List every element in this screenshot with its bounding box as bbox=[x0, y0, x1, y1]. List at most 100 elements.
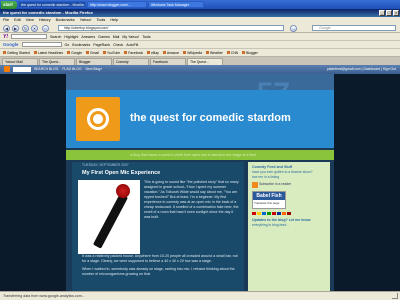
tab[interactable]: Comedy bbox=[113, 58, 149, 65]
tab[interactable]: Blogger bbox=[76, 58, 112, 65]
google-search-input[interactable] bbox=[21, 42, 62, 47]
tab-strip: Yahoo! Mail The Quest... Blogger Comedy … bbox=[0, 57, 400, 65]
tab[interactable]: Facebook bbox=[150, 58, 186, 65]
microphone-icon bbox=[116, 184, 130, 198]
sidebar-link[interactable]: have you ever gotten to a feature show? bbox=[252, 170, 326, 174]
bookmark-item[interactable]: eBay bbox=[147, 51, 159, 55]
tab[interactable]: The Quest... bbox=[39, 58, 75, 65]
bookmark-item[interactable]: Latest Headlines bbox=[33, 51, 63, 55]
yahoo-mail-button[interactable]: Mail bbox=[113, 35, 120, 39]
bookmark-item[interactable]: Getting Started bbox=[3, 51, 30, 55]
yahoo-logo[interactable]: Y! bbox=[3, 34, 8, 40]
post-paragraph: When I walked in, somebody was already o… bbox=[82, 267, 235, 276]
tab[interactable]: Yahoo! Mail bbox=[2, 58, 38, 65]
yahoo-games-button[interactable]: Games bbox=[98, 35, 110, 39]
search-blog-button[interactable]: SEARCH BLOG bbox=[34, 67, 59, 71]
blogger-logo-icon[interactable] bbox=[4, 66, 10, 73]
google-check-button[interactable]: Check bbox=[113, 43, 123, 47]
bookmark-icon bbox=[205, 51, 209, 55]
post-body-continued: It was a relatively packed house. Anywhe… bbox=[82, 254, 240, 291]
microphone-image bbox=[78, 180, 140, 254]
url-input[interactable]: http://obertvp.blogspot.com/ bbox=[58, 25, 284, 31]
header-band bbox=[66, 74, 334, 91]
blog-title[interactable]: the quest for comedic stardom bbox=[130, 112, 291, 124]
flag-blog-button[interactable]: FLAG BLOG bbox=[62, 67, 81, 71]
status-text: Transferring data from www.google-analyt… bbox=[3, 294, 85, 298]
taskbar-item-blogger[interactable]: http://www.blogger.com/... bbox=[87, 1, 147, 8]
tab-active[interactable]: The Quest... bbox=[187, 58, 223, 65]
yahoo-toolbar: Y! Search Highlight Answers Games Mail M… bbox=[0, 33, 400, 41]
go-icon[interactable]: → bbox=[290, 25, 297, 32]
page-content: SEARCH BLOG FLAG BLOG Next Blog» pablofe… bbox=[0, 65, 400, 291]
yahoo-highlight-button[interactable]: Highlight bbox=[64, 35, 78, 39]
yahoo-search-button[interactable]: Search bbox=[50, 35, 61, 39]
flag-icon[interactable] bbox=[257, 212, 261, 215]
post-body: This is going to sound like "the polishe… bbox=[144, 180, 239, 219]
home-icon[interactable]: ⌂ bbox=[42, 25, 49, 32]
yahoo-search-input[interactable] bbox=[11, 34, 47, 39]
bookmark-item[interactable]: Weather bbox=[205, 51, 223, 55]
search-input[interactable]: Google bbox=[312, 25, 396, 31]
bookmark-icon bbox=[67, 51, 71, 55]
flag-icon[interactable] bbox=[277, 212, 281, 215]
target-icon bbox=[87, 108, 109, 130]
bookmark-item[interactable]: Gmail bbox=[86, 51, 99, 55]
yahoo-tools-button[interactable]: Tools bbox=[142, 35, 150, 39]
bookmark-icon bbox=[102, 51, 106, 55]
bookmark-icon bbox=[147, 51, 151, 55]
language-flags bbox=[252, 212, 326, 215]
yahoo-answers-button[interactable]: Answers bbox=[81, 35, 95, 39]
account-links[interactable]: pabloferal@gmail.com | Dashboard | Sign … bbox=[327, 65, 396, 74]
status-bar: Transferring data from www.google-analyt… bbox=[0, 291, 400, 300]
microphone-handle bbox=[92, 193, 129, 249]
minimize-icon[interactable]: _ bbox=[379, 10, 385, 16]
post-column: TUESDAY, SEPTEMBER 2007 My First Open Mi… bbox=[72, 162, 244, 291]
babel-fish-logo: Babel Fish bbox=[253, 192, 285, 200]
flag-icon[interactable] bbox=[262, 212, 266, 215]
flag-icon[interactable] bbox=[287, 212, 291, 215]
sidebar-heading: Comedy Feed and Stuff bbox=[252, 165, 293, 169]
bookmark-item[interactable]: Facebook bbox=[124, 51, 143, 55]
bookmark-icon bbox=[33, 51, 37, 55]
google-autofill-button[interactable]: AutoFill bbox=[126, 43, 138, 47]
rss-icon[interactable] bbox=[252, 182, 258, 188]
bookmark-item[interactable]: CNN bbox=[226, 51, 238, 55]
bookmark-item[interactable]: Wikipedia bbox=[183, 51, 202, 55]
reload-icon[interactable]: ↻ bbox=[22, 25, 29, 32]
start-button[interactable]: start bbox=[1, 0, 17, 9]
google-pagerank-button[interactable]: PageRank bbox=[93, 43, 110, 47]
flag-icon[interactable] bbox=[282, 212, 286, 215]
google-bookmarks-button[interactable]: Bookmarks bbox=[72, 43, 90, 47]
sidebar-link[interactable]: see me in a listing bbox=[252, 175, 326, 179]
google-logo[interactable]: Google bbox=[3, 42, 19, 47]
bookmark-item[interactable]: Google bbox=[67, 51, 82, 55]
next-blog-link[interactable]: Next Blog» bbox=[86, 67, 103, 71]
stop-icon[interactable]: ✕ bbox=[31, 25, 38, 32]
forward-icon[interactable]: ▶ bbox=[12, 25, 19, 32]
maximize-icon[interactable]: □ bbox=[386, 10, 392, 16]
subscribe-link[interactable]: Subscribe in a reader bbox=[259, 182, 291, 186]
taskbar-item-firefox[interactable]: the quest for comedic stardom - Mozilla … bbox=[18, 1, 86, 8]
taskbar-item-task-manager[interactable]: Windows Task Manager bbox=[148, 1, 204, 8]
back-icon[interactable]: ◀ bbox=[3, 25, 10, 32]
flag-icon[interactable] bbox=[267, 212, 271, 215]
sidebar: Comedy Feed and Stuff have you ever gott… bbox=[248, 162, 330, 291]
blog-search-input[interactable] bbox=[12, 66, 31, 72]
babel-fish-caption: Translate this page bbox=[254, 201, 280, 205]
window-controls: _ □ × bbox=[379, 10, 399, 16]
bookmark-item[interactable]: Amazon bbox=[162, 51, 179, 55]
bookmark-item[interactable]: YouTube bbox=[102, 51, 120, 55]
bookmark-item[interactable]: Blogger bbox=[242, 51, 258, 55]
post-title[interactable]: My First Open Mic Experience bbox=[82, 170, 160, 176]
blog-header: the quest for comedic stardom bbox=[66, 90, 334, 148]
blog-container: 57 the quest for comedic stardom a blog … bbox=[66, 74, 334, 291]
bookmark-icon bbox=[86, 51, 90, 55]
yahoo-my-yahoo-button[interactable]: My Yahoo! bbox=[122, 35, 139, 39]
resize-grip-icon[interactable] bbox=[392, 293, 398, 299]
google-go-button[interactable]: Go bbox=[65, 43, 70, 47]
flag-icon[interactable] bbox=[252, 212, 256, 215]
close-icon[interactable]: × bbox=[393, 10, 399, 16]
babel-fish-widget[interactable]: Babel Fish Translate this page bbox=[252, 191, 286, 209]
flag-icon[interactable] bbox=[272, 212, 276, 215]
blog-description: a blog that traces a comic's climb from … bbox=[66, 150, 334, 160]
